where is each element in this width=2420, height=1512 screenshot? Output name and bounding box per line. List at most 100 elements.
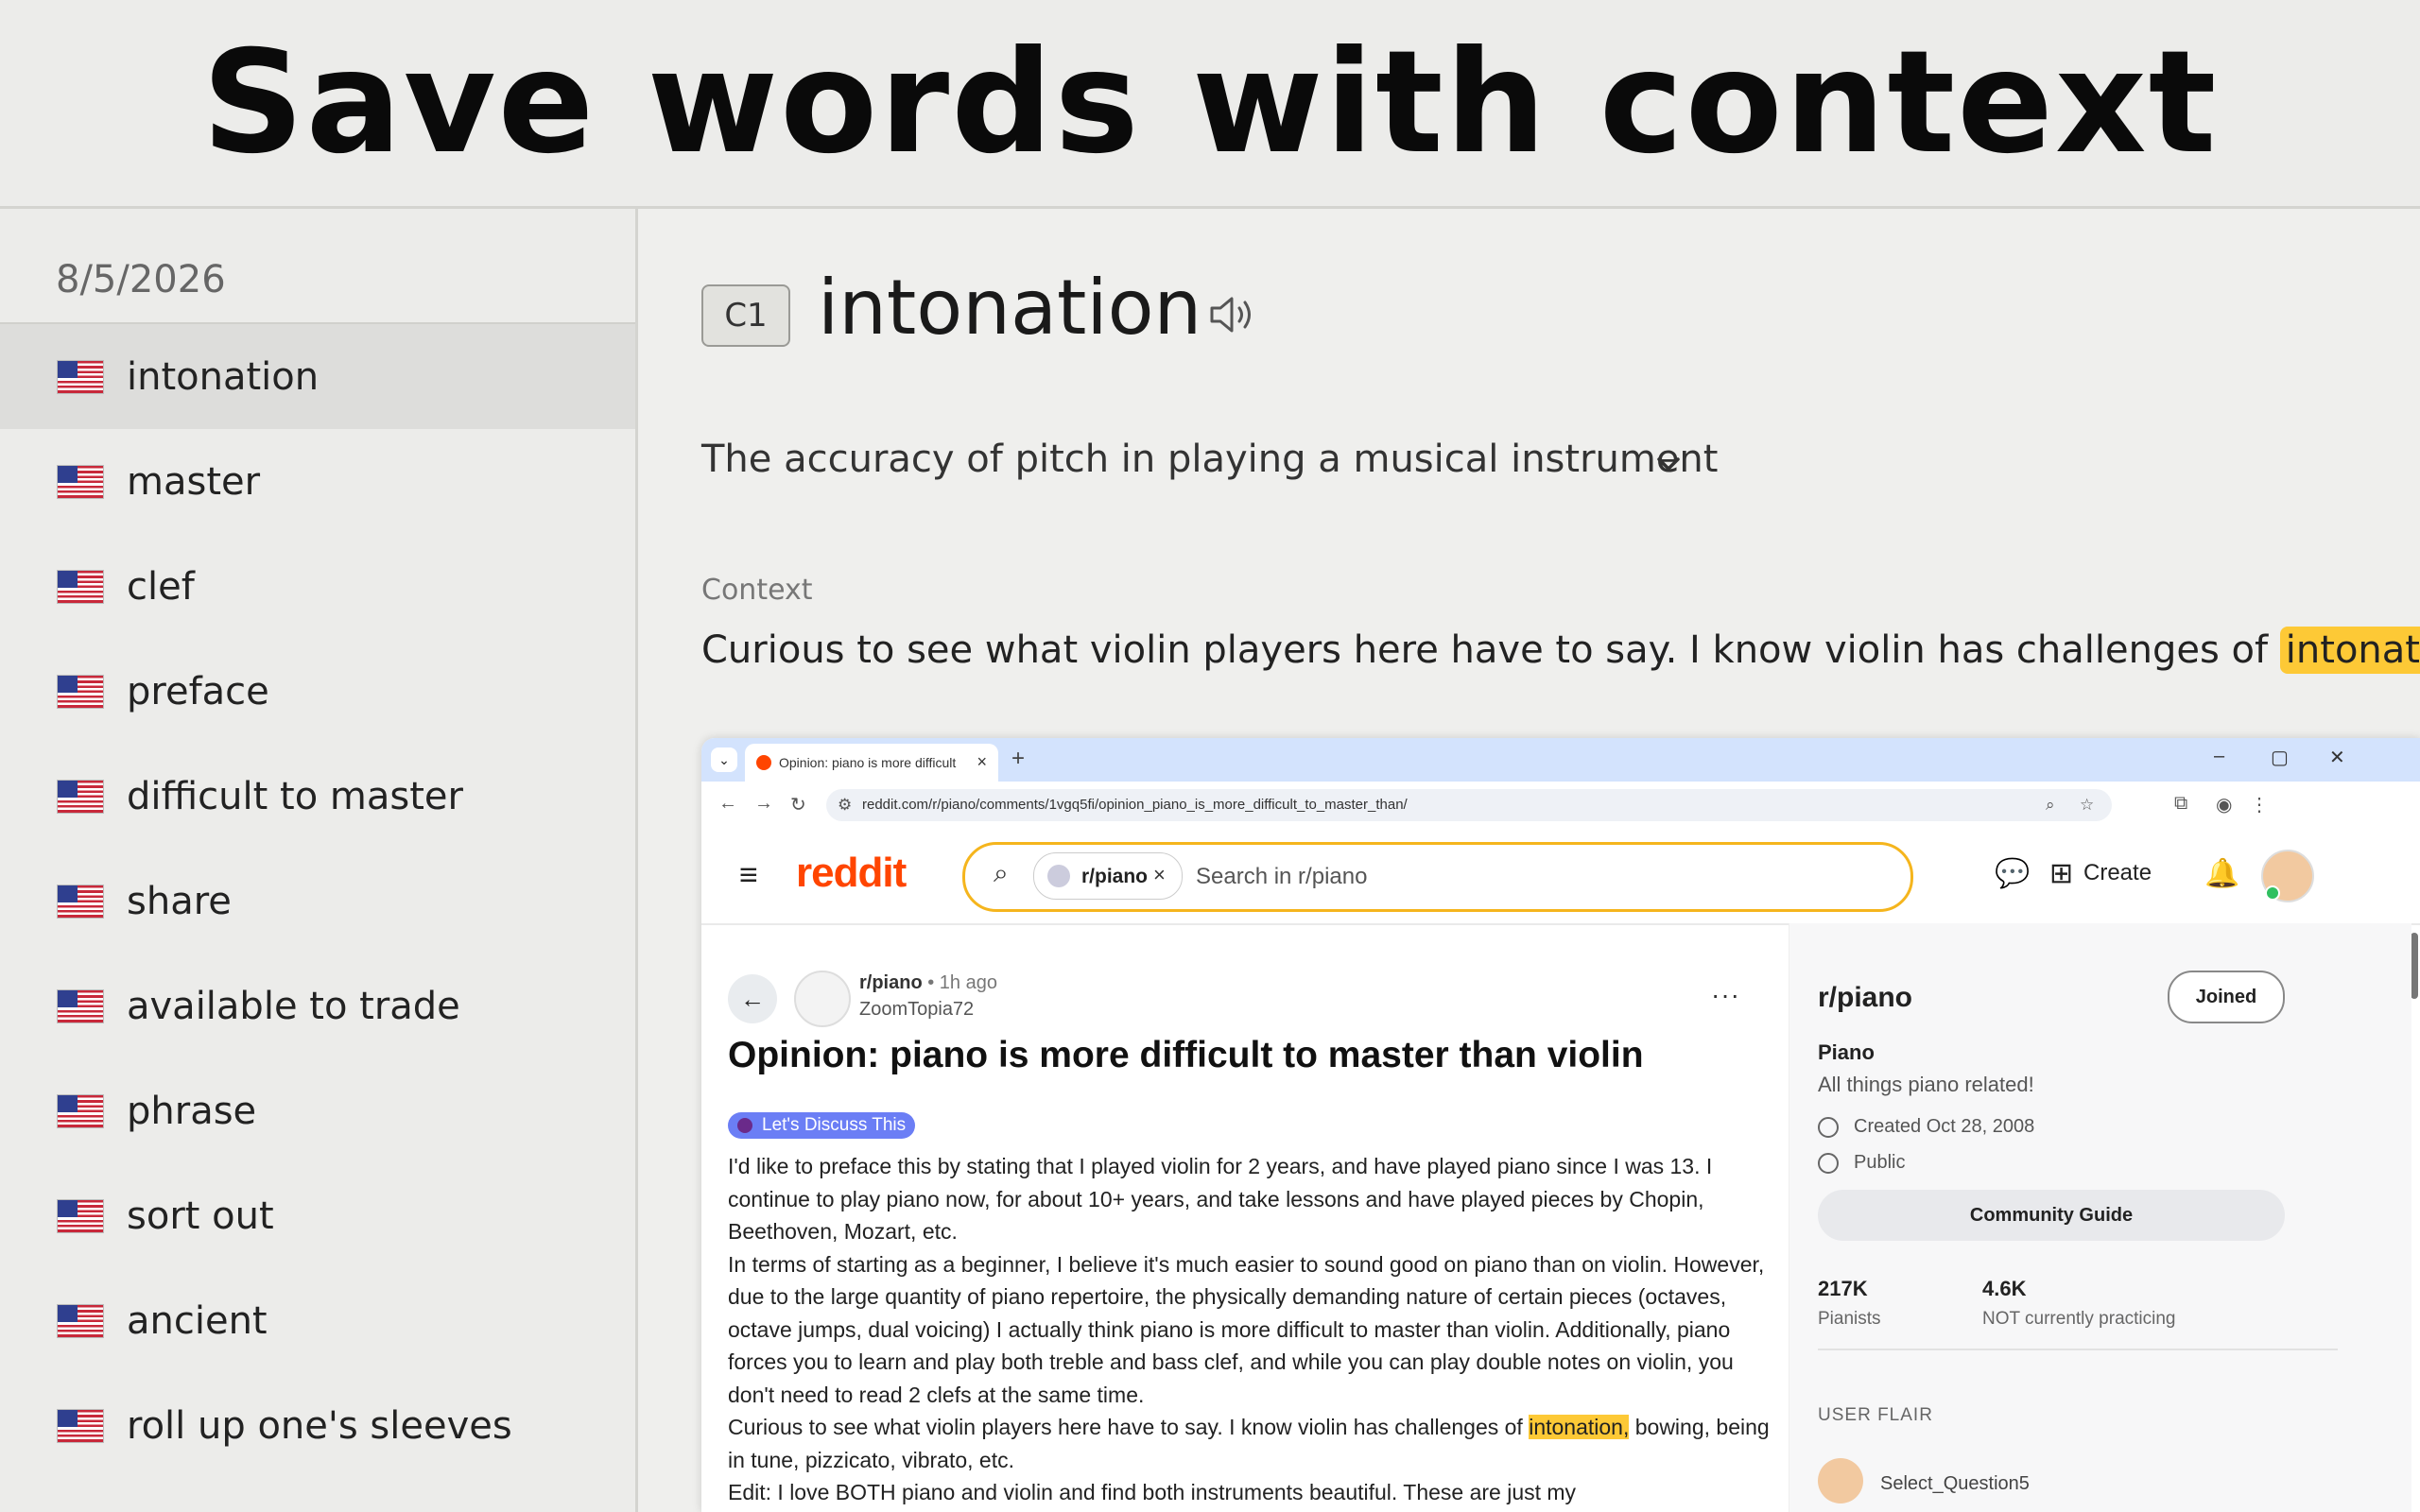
window-close-icon[interactable]: ✕	[2329, 746, 2345, 769]
zoom-icon[interactable]: ⌕	[2046, 796, 2055, 815]
promo-title: Save words with context	[201, 21, 2219, 185]
date-heading: 8/5/2026	[56, 258, 226, 301]
back-arrow-icon[interactable]: ←	[718, 793, 737, 815]
word-label: ancient	[127, 1298, 268, 1343]
word-item-phrase[interactable]: phrase	[0, 1058, 635, 1163]
word-item-roll-up-ones-sleeves[interactable]: roll up one's sleeves	[0, 1373, 635, 1478]
word-label: clef	[127, 564, 195, 609]
us-flag-icon	[57, 359, 104, 394]
community-sidebar: r/piano Joined Piano All things piano re…	[1789, 923, 2411, 1512]
back-button[interactable]: ←	[728, 974, 777, 1023]
word-item-master[interactable]: master	[0, 429, 635, 534]
create-button[interactable]: Create	[2083, 860, 2152, 886]
tab-title: Opinion: piano is more difficult	[779, 755, 957, 770]
bell-icon[interactable]: 🔔	[2204, 857, 2239, 890]
post-subreddit[interactable]: r/piano	[859, 972, 923, 993]
reddit-favicon-icon	[756, 755, 771, 770]
word-label: preface	[127, 669, 269, 713]
chip-close-icon[interactable]: ×	[1153, 863, 1166, 887]
reload-icon[interactable]: ↻	[790, 793, 806, 816]
browser-menu-icon[interactable]: ⋮	[2250, 793, 2269, 816]
community-name[interactable]: r/piano	[1818, 982, 1912, 1014]
us-flag-icon	[57, 779, 104, 814]
context-screenshot[interactable]: ⌄ Opinion: piano is more difficult × + –…	[701, 738, 2420, 1512]
created-date: Created Oct 28, 2008	[1818, 1116, 2034, 1138]
maximize-icon[interactable]: ▢	[2271, 746, 2289, 769]
scrollbar[interactable]	[2411, 933, 2418, 999]
new-tab-icon[interactable]: +	[1011, 746, 1025, 772]
tab-search-icon[interactable]: ⌄	[711, 747, 737, 772]
minimize-icon[interactable]: –	[2214, 746, 2224, 767]
site-info-icon[interactable]: ⚙	[838, 796, 852, 815]
url-text: reddit.com/r/piano/comments/1vgq5fi/opin…	[862, 797, 1408, 813]
us-flag-icon	[57, 1093, 104, 1128]
joined-button[interactable]: Joined	[2168, 971, 2285, 1023]
online-label: NOT currently practicing	[1982, 1309, 2176, 1329]
chat-icon[interactable]: 💬	[1995, 857, 2030, 890]
post-text: Curious to see what violin players here …	[728, 1415, 1530, 1439]
us-flag-icon	[57, 674, 104, 709]
close-icon[interactable]: ×	[977, 752, 987, 772]
word-label: intonation	[127, 354, 320, 399]
word-item-available-to-trade[interactable]: available to trade	[0, 954, 635, 1058]
context-label: Context	[701, 574, 813, 607]
word-item-share[interactable]: share	[0, 849, 635, 954]
address-bar: ← → ↻ ⚙ reddit.com/r/piano/comments/1vgq…	[701, 782, 2420, 830]
forward-arrow-icon[interactable]: →	[754, 793, 773, 815]
word-item-sort-out[interactable]: sort out	[0, 1163, 635, 1268]
menu-icon[interactable]: ≡	[739, 857, 758, 894]
bookmark-star-icon[interactable]: ☆	[2080, 796, 2094, 815]
post-paragraph: Edit: I love BOTH piano and violin and f…	[728, 1480, 1577, 1504]
subreddit-avatar-icon	[1047, 865, 1070, 887]
word-item-difficult-to-master[interactable]: difficult to master	[0, 744, 635, 849]
extensions-icon[interactable]: ⧉	[2174, 793, 2187, 815]
reddit-logo[interactable]: reddit	[796, 850, 907, 897]
flair-username[interactable]: Select_Question5	[1880, 1473, 2030, 1495]
subreddit-icon[interactable]	[794, 971, 851, 1027]
word-item-preface[interactable]: preface	[0, 639, 635, 744]
url-field[interactable]: ⚙ reddit.com/r/piano/comments/1vgq5fi/op…	[826, 789, 2112, 821]
flair-avatar	[1818, 1458, 1863, 1503]
subreddit-chip[interactable]: r/piano ×	[1033, 852, 1183, 900]
visibility-text: Public	[1854, 1152, 1906, 1173]
more-options-icon[interactable]: ···	[1711, 980, 1740, 1010]
community-description: All things piano related!	[1818, 1073, 2034, 1096]
word-label: roll up one's sleeves	[127, 1403, 512, 1448]
post-paragraph: In terms of starting as a beginner, I be…	[728, 1251, 1765, 1407]
post-flair[interactable]: Let's Discuss This	[728, 1112, 916, 1139]
guide-label: Community Guide	[1969, 1204, 2134, 1226]
globe-icon	[1818, 1152, 1839, 1174]
browser-tab[interactable]: Opinion: piano is more difficult ×	[745, 744, 998, 782]
word-item-ancient[interactable]: ancient	[0, 1268, 635, 1373]
profile-icon[interactable]: ◉	[2216, 793, 2232, 816]
definition-text: The accuracy of pitch in playing a music…	[701, 438, 1719, 481]
post-paragraph: I'd like to preface this by stating that…	[728, 1154, 1713, 1244]
word-list-sidebar: 8/5/2026 intonation master clef preface …	[0, 209, 638, 1512]
word-label: difficult to master	[127, 774, 463, 818]
chevron-down-icon[interactable]	[1650, 445, 1687, 483]
promo-header: Save words with context	[0, 0, 2420, 209]
word-item-clef[interactable]: clef	[0, 534, 635, 639]
context-highlight: intonation	[2279, 627, 2420, 674]
post-author[interactable]: ZoomTopia72	[859, 999, 974, 1021]
reddit-post: ← r/piano • 1h ago ZoomTopia72 ··· Opini…	[701, 923, 1789, 1512]
avatar[interactable]	[2261, 850, 2314, 902]
us-flag-icon	[57, 464, 104, 499]
speaker-icon[interactable]	[1208, 292, 1259, 337]
post-meta: r/piano • 1h ago	[859, 972, 997, 994]
search-icon: ⌕	[994, 858, 1009, 887]
cefr-level-badge: C1	[701, 284, 790, 347]
word-detail-pane: C1 intonation The accuracy of pitch in p…	[638, 209, 2420, 1512]
post-highlight: intonation,	[1529, 1415, 1630, 1439]
create-plus-icon[interactable]: ⊞	[2049, 857, 2073, 890]
post-title: Opinion: piano is more difficult to mast…	[728, 1035, 1644, 1075]
divider	[1818, 1349, 2338, 1350]
community-guide-button[interactable]: Community Guide	[1818, 1190, 2285, 1241]
context-sentence: Curious to see what violin players here …	[701, 627, 2420, 674]
us-flag-icon	[57, 884, 104, 919]
word-label: sort out	[127, 1194, 274, 1238]
word-item-intonation[interactable]: intonation	[0, 322, 635, 429]
reddit-search-input[interactable]: ⌕ r/piano × Search in r/piano	[962, 842, 1913, 912]
us-flag-icon	[57, 988, 104, 1023]
reddit-header: ≡ reddit ⌕ r/piano × Search in r/piano 💬…	[701, 829, 2420, 999]
